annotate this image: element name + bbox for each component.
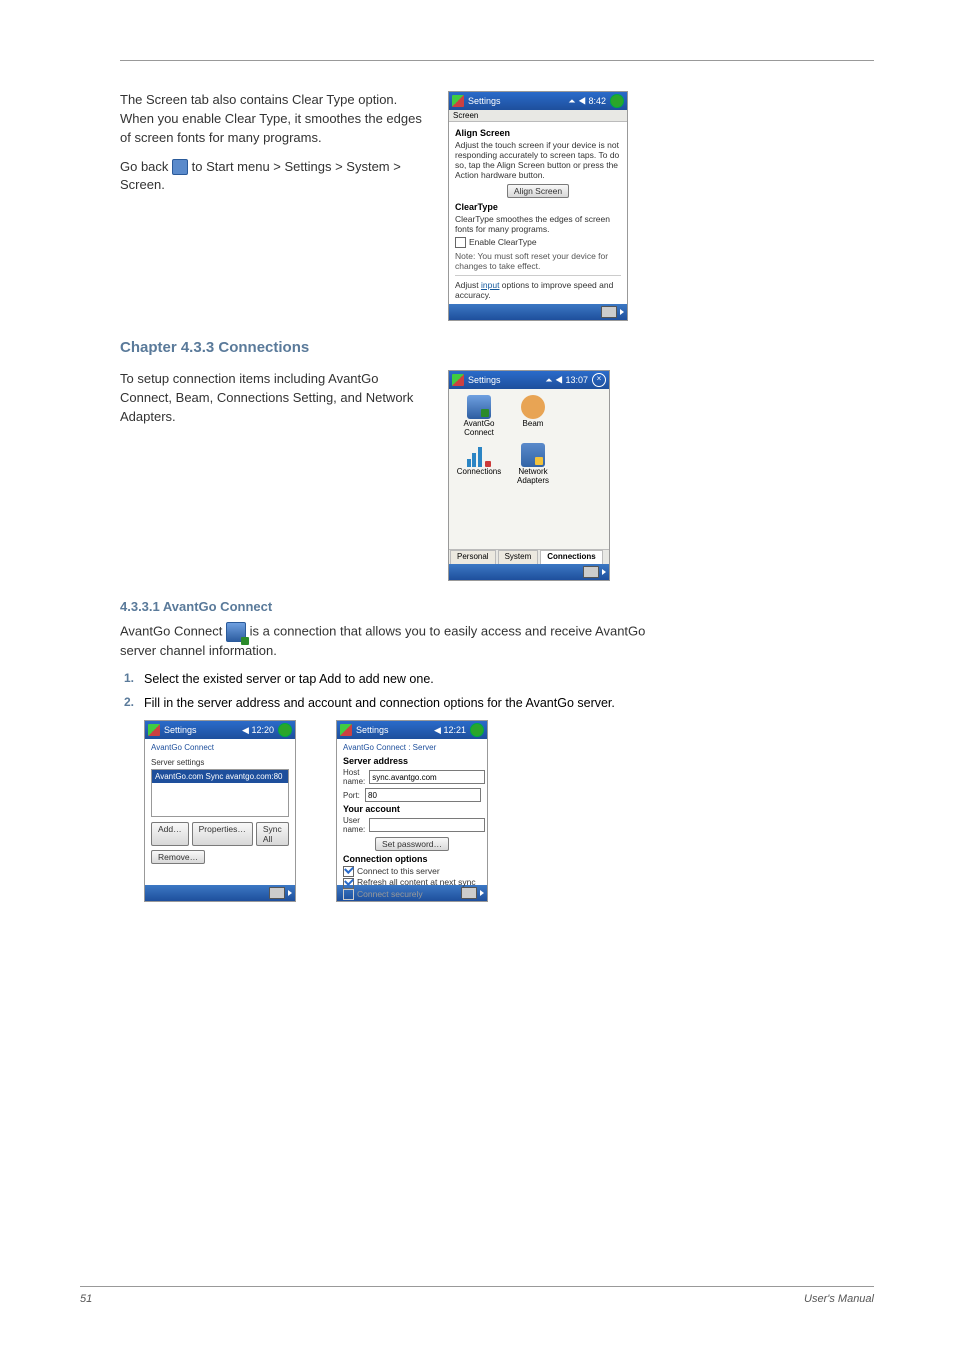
beam-item[interactable]: Beam	[509, 395, 557, 437]
avantgo-intro: AvantGo Connect is a connection that all…	[120, 622, 680, 661]
connections-icon	[467, 443, 491, 467]
set-password-button[interactable]: Set password…	[375, 837, 449, 851]
host-name-input[interactable]	[369, 770, 485, 784]
align-screen-button[interactable]: Align Screen	[507, 184, 569, 198]
properties-button[interactable]: Properties…	[192, 822, 253, 846]
add-button[interactable]: Add…	[151, 822, 189, 846]
titlebar-ok-icon[interactable]	[470, 723, 484, 737]
screen-cleartype-para: The Screen tab also contains Clear Type …	[120, 91, 430, 148]
keyboard-icon[interactable]	[601, 306, 617, 318]
titlebar-time: ◀ 12:21	[434, 725, 466, 736]
chapter-heading: Chapter 4.3.3 Connections	[120, 339, 874, 356]
connect-securely-checkbox	[343, 889, 354, 900]
start-flag-icon	[452, 374, 464, 386]
connections-intro: To setup connection items including Avan…	[120, 370, 430, 427]
subsection-heading: 4.3.3.1 AvantGo Connect	[120, 599, 874, 614]
enable-cleartype-label: Enable ClearType	[469, 237, 537, 247]
close-icon[interactable]: ×	[592, 373, 606, 387]
menu-arrow-icon[interactable]	[288, 890, 292, 896]
screen-header: AvantGo Connect : Server	[343, 743, 481, 752]
your-account-heading: Your account	[343, 804, 481, 814]
port-label: Port:	[343, 791, 361, 800]
input-link[interactable]: input	[481, 280, 499, 290]
screenshot-screen-settings: Settings ⏶ ◀ 8:42 Screen Align Screen Ad…	[448, 91, 628, 321]
keyboard-icon[interactable]	[583, 566, 599, 578]
titlebar-signal-icon: ⏶ ◀ 8:42	[568, 96, 606, 107]
step-number: 1.	[120, 671, 134, 685]
user-name-input[interactable]	[369, 818, 485, 832]
screen-header: AvantGo Connect	[151, 743, 289, 752]
titlebar-label: Settings	[468, 96, 501, 106]
avantgo-connect-item[interactable]: AvantGo Connect	[455, 395, 503, 437]
server-settings-label: Server settings	[151, 758, 289, 767]
tab-personal[interactable]: Personal	[450, 550, 496, 564]
avantgo-connect-icon	[467, 395, 491, 419]
refresh-content-checkbox[interactable]	[343, 878, 354, 889]
screenshot-avantgo-list: Settings ◀ 12:20 AvantGo Connect Server …	[144, 720, 296, 902]
beam-icon	[521, 395, 545, 419]
start-flag-icon	[340, 724, 352, 736]
keyboard-icon[interactable]	[461, 887, 477, 899]
tab-connections[interactable]: Connections	[540, 550, 602, 564]
step-1-text: Select the existed server or tap Add to …	[144, 671, 874, 689]
start-flag-icon	[452, 95, 464, 107]
connect-securely-label: Connect securely	[357, 889, 423, 899]
menu-arrow-icon[interactable]	[620, 309, 624, 315]
refresh-content-label: Refresh all content at next sync	[357, 877, 476, 887]
menu-arrow-icon[interactable]	[480, 890, 484, 896]
input-options-text: Adjust input options to improve speed an…	[455, 280, 621, 300]
server-address-heading: Server address	[343, 756, 481, 766]
titlebar-time: ◀ 12:20	[242, 725, 274, 736]
enable-cleartype-checkbox[interactable]	[455, 237, 466, 248]
titlebar-ok-icon[interactable]	[278, 723, 292, 737]
cleartype-desc: ClearType smoothes the edges of screen f…	[455, 214, 621, 234]
keyboard-icon[interactable]	[269, 887, 285, 899]
start-flag-icon	[148, 724, 160, 736]
cleartype-note: Note: You must soft reset your device fo…	[455, 251, 621, 271]
network-adapters-item[interactable]: Network Adapters	[509, 443, 557, 485]
titlebar-ok-icon[interactable]	[610, 94, 624, 108]
footer-title: User's Manual	[804, 1293, 874, 1305]
settings-screen-icon	[172, 159, 188, 175]
menu-arrow-icon[interactable]	[602, 569, 606, 575]
network-adapters-icon	[521, 443, 545, 467]
avantgo-connect-icon	[226, 622, 246, 642]
screen-tab[interactable]: Screen	[449, 110, 627, 122]
tab-system[interactable]: System	[498, 550, 539, 564]
host-name-label: Host name:	[343, 768, 365, 786]
port-input[interactable]	[365, 788, 481, 802]
user-name-label: User name:	[343, 816, 365, 834]
step-number: 2.	[120, 695, 134, 709]
server-list-selected-row[interactable]: AvantGo.com Sync avantgo.com:80	[152, 770, 288, 783]
screenshot-avantgo-server: Settings ◀ 12:21 AvantGo Connect : Serve…	[336, 720, 488, 902]
screenshot-connections: Settings ⏶ ◀ 13:07 × AvantGo Connect Bea…	[448, 370, 610, 581]
connection-options-heading: Connection options	[343, 854, 481, 864]
cleartype-heading: ClearType	[455, 202, 621, 212]
titlebar-signal-icon: ⏶ ◀ 13:07	[545, 375, 588, 386]
connections-item[interactable]: Connections	[455, 443, 503, 485]
titlebar-label: Settings	[468, 375, 501, 385]
remove-button[interactable]: Remove…	[151, 850, 205, 864]
align-screen-desc: Adjust the touch screen if your device i…	[455, 140, 621, 180]
titlebar-label: Settings	[164, 725, 197, 735]
connect-server-label: Connect to this server	[357, 866, 440, 876]
page-number: 51	[80, 1293, 92, 1305]
titlebar-label: Settings	[356, 725, 389, 735]
screen-go-back-note: Go back to Start menu > Settings > Syste…	[120, 158, 430, 196]
step-2-text: Fill in the server address and account a…	[144, 695, 874, 713]
align-screen-heading: Align Screen	[455, 128, 621, 138]
sync-all-button[interactable]: Sync All	[256, 822, 289, 846]
